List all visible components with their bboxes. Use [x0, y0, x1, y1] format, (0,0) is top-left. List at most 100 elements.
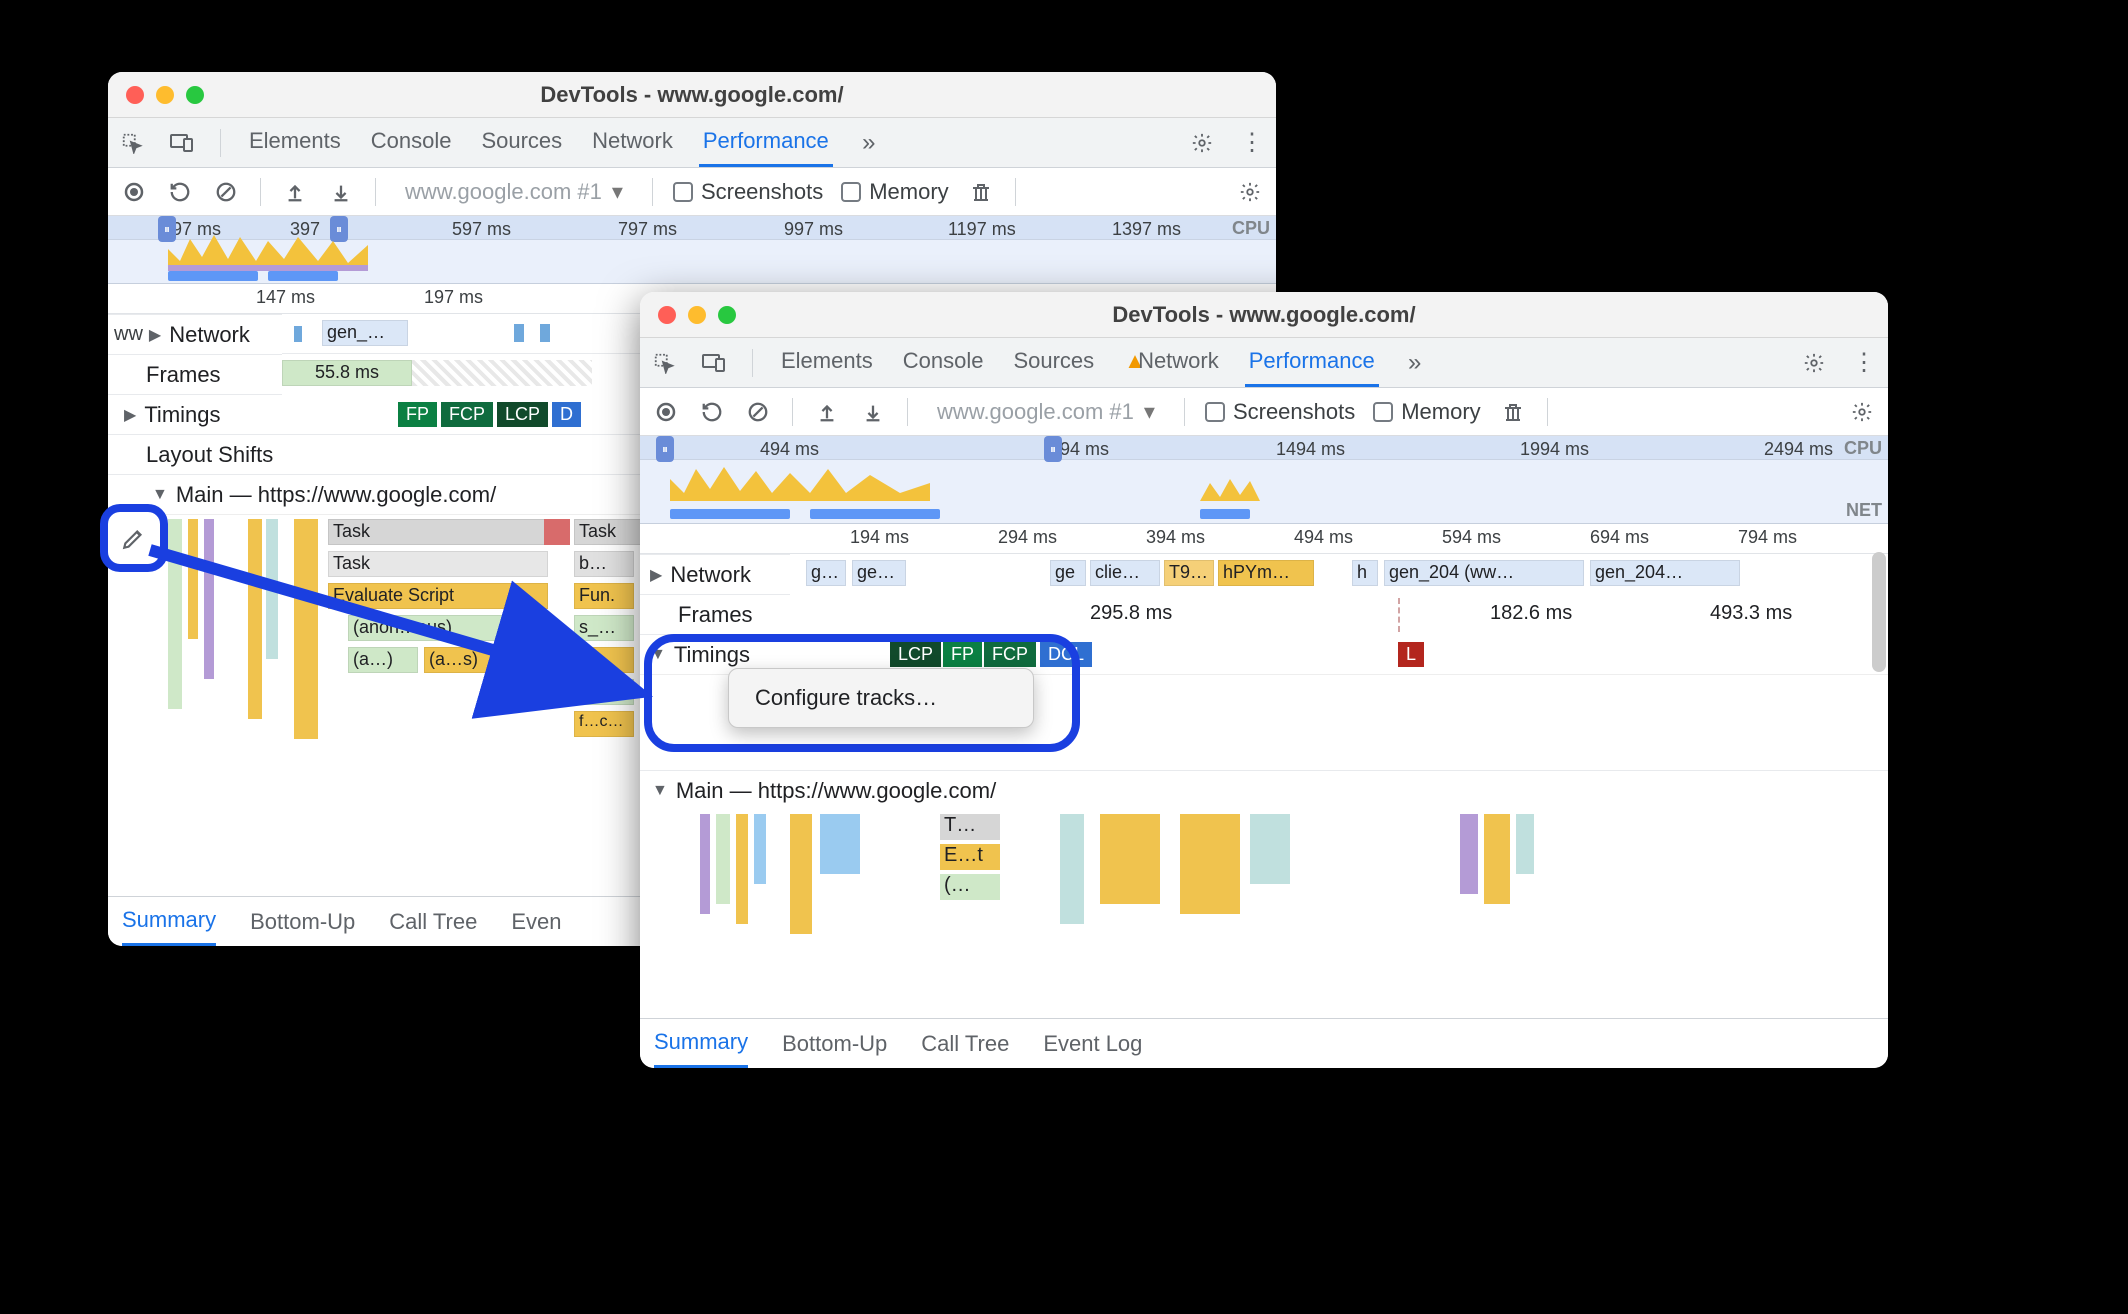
- tick: 597 ms: [452, 219, 511, 240]
- record-icon[interactable]: [652, 398, 680, 426]
- configure-tracks-menu-item[interactable]: Configure tracks…: [731, 677, 1031, 719]
- timing-pill-lcp[interactable]: LCP: [497, 402, 548, 427]
- device-toggle-icon[interactable]: [168, 129, 196, 157]
- tab-elements[interactable]: Elements: [245, 118, 345, 167]
- range-handle-right[interactable]: [1044, 436, 1062, 462]
- details-tab-bottom-up[interactable]: Bottom-Up: [250, 909, 355, 935]
- reload-icon[interactable]: [698, 398, 726, 426]
- settings-gear-icon[interactable]: [1800, 349, 1828, 377]
- kebab-menu-icon[interactable]: ⋮: [1850, 349, 1878, 377]
- details-tab-call-tree[interactable]: Call Tree: [921, 1031, 1009, 1057]
- cpu-overview[interactable]: 494 ms 94 ms 1494 ms 1994 ms 2494 ms CPU…: [640, 436, 1888, 524]
- memory-checkbox[interactable]: Memory: [1373, 399, 1480, 425]
- clear-icon[interactable]: [212, 178, 240, 206]
- profile-select[interactable]: www.google.com #1 ▾: [928, 396, 1164, 428]
- net-item[interactable]: hPYm…: [1218, 560, 1314, 586]
- capture-settings-gear-icon[interactable]: [1848, 398, 1876, 426]
- anon-seg[interactable]: (anon…ous): [348, 615, 548, 641]
- net-item[interactable]: gen_…: [322, 320, 408, 346]
- net-item[interactable]: ge…: [852, 560, 906, 586]
- record-icon[interactable]: [120, 178, 148, 206]
- tick: 294 ms: [998, 527, 1057, 548]
- memory-label: Memory: [1401, 399, 1480, 425]
- a-seg[interactable]: (a…s): [424, 647, 548, 673]
- evaluate-script-seg[interactable]: Evaluate Script: [328, 583, 548, 609]
- fun-seg[interactable]: Fun.: [574, 583, 634, 609]
- a-seg[interactable]: (a…): [348, 647, 418, 673]
- dots-seg[interactable]: …: [574, 647, 634, 673]
- tab-sources[interactable]: Sources: [1009, 338, 1098, 387]
- task-seg[interactable]: Task: [328, 551, 548, 577]
- main-flame-chart[interactable]: T… E…t (…: [640, 810, 1888, 950]
- p-seg[interactable]: (…: [940, 874, 1000, 900]
- details-tab-event-log[interactable]: Even: [511, 909, 561, 935]
- inspect-icon[interactable]: [118, 129, 146, 157]
- ac-seg[interactable]: (a…c…: [574, 679, 634, 705]
- download-icon[interactable]: [859, 398, 887, 426]
- screenshots-checkbox[interactable]: Screenshots: [673, 179, 823, 205]
- tab-console[interactable]: Console: [367, 118, 456, 167]
- tick: 594 ms: [1442, 527, 1501, 548]
- net-item[interactable]: h: [1352, 560, 1378, 586]
- upload-icon[interactable]: [281, 178, 309, 206]
- timing-pill-l[interactable]: L: [1398, 642, 1424, 667]
- screenshots-checkbox[interactable]: Screenshots: [1205, 399, 1355, 425]
- range-handle-left[interactable]: [656, 436, 674, 462]
- devtools-tabbar: Elements Console Sources ▲ Network Perfo…: [640, 338, 1888, 388]
- clear-icon[interactable]: [744, 398, 772, 426]
- e-seg[interactable]: E…t: [940, 844, 1000, 870]
- pencil-icon[interactable]: [121, 525, 147, 551]
- fc-seg[interactable]: f…c…: [574, 711, 634, 737]
- download-icon[interactable]: [327, 178, 355, 206]
- net-item[interactable]: g…: [806, 560, 846, 586]
- inspect-icon[interactable]: [650, 349, 678, 377]
- net-item[interactable]: clie…: [1090, 560, 1160, 586]
- capture-settings-gear-icon[interactable]: [1236, 178, 1264, 206]
- task-seg[interactable]: Task: [328, 519, 548, 545]
- upload-icon[interactable]: [813, 398, 841, 426]
- kebab-menu-icon[interactable]: ⋮: [1238, 129, 1266, 157]
- garbage-collect-icon[interactable]: [1499, 398, 1527, 426]
- details-tab-bottom-up[interactable]: Bottom-Up: [782, 1031, 887, 1057]
- tab-network[interactable]: ▲ Network: [1120, 338, 1223, 387]
- memory-checkbox[interactable]: Memory: [841, 179, 948, 205]
- tab-network[interactable]: Network: [588, 118, 677, 167]
- main-track-header[interactable]: ▼ Main — https://www.google.com/: [640, 770, 1888, 810]
- expand-triangle-icon[interactable]: ▶: [650, 565, 662, 585]
- timing-pill-fcp[interactable]: FCP: [441, 402, 493, 427]
- net-item[interactable]: gen_204…: [1590, 560, 1740, 586]
- garbage-collect-icon[interactable]: [967, 178, 995, 206]
- settings-gear-icon[interactable]: [1188, 129, 1216, 157]
- collapse-triangle-icon[interactable]: ▼: [152, 486, 168, 504]
- timing-pill-fp[interactable]: FP: [398, 402, 437, 427]
- separator: [1184, 398, 1185, 426]
- tick: 494 ms: [760, 439, 819, 460]
- net-item[interactable]: gen_204 (ww…: [1384, 560, 1584, 586]
- more-tabs-chevron-icon[interactable]: »: [1401, 349, 1429, 377]
- tick: 197 ms: [424, 287, 483, 308]
- t-seg[interactable]: T…: [940, 814, 1000, 840]
- timing-pill-d[interactable]: D: [552, 402, 581, 427]
- profile-select[interactable]: www.google.com #1 ▾: [396, 176, 632, 208]
- cpu-overview[interactable]: 97 ms 397 597 ms 797 ms 997 ms 1197 ms 1…: [108, 216, 1276, 284]
- details-tab-summary[interactable]: Summary: [122, 897, 216, 946]
- scrollbar[interactable]: [1872, 552, 1886, 672]
- tab-sources[interactable]: Sources: [477, 118, 566, 167]
- s-seg[interactable]: s_…: [574, 615, 634, 641]
- details-tab-event-log[interactable]: Event Log: [1043, 1031, 1142, 1057]
- net-item[interactable]: ge: [1050, 560, 1086, 586]
- tab-performance[interactable]: Performance: [1245, 338, 1379, 387]
- reload-icon[interactable]: [166, 178, 194, 206]
- expand-triangle-icon[interactable]: ▶: [149, 325, 161, 345]
- device-toggle-icon[interactable]: [700, 349, 728, 377]
- tab-elements[interactable]: Elements: [777, 338, 877, 387]
- net-item[interactable]: T9…: [1164, 560, 1214, 586]
- more-tabs-chevron-icon[interactable]: »: [855, 129, 883, 157]
- details-tab-summary[interactable]: Summary: [654, 1019, 748, 1068]
- expand-triangle-icon[interactable]: ▶: [124, 405, 136, 425]
- collapse-triangle-icon[interactable]: ▼: [652, 782, 668, 800]
- tab-console[interactable]: Console: [899, 338, 988, 387]
- b-seg[interactable]: b…: [574, 551, 634, 577]
- details-tab-call-tree[interactable]: Call Tree: [389, 909, 477, 935]
- tab-performance[interactable]: Performance: [699, 118, 833, 167]
